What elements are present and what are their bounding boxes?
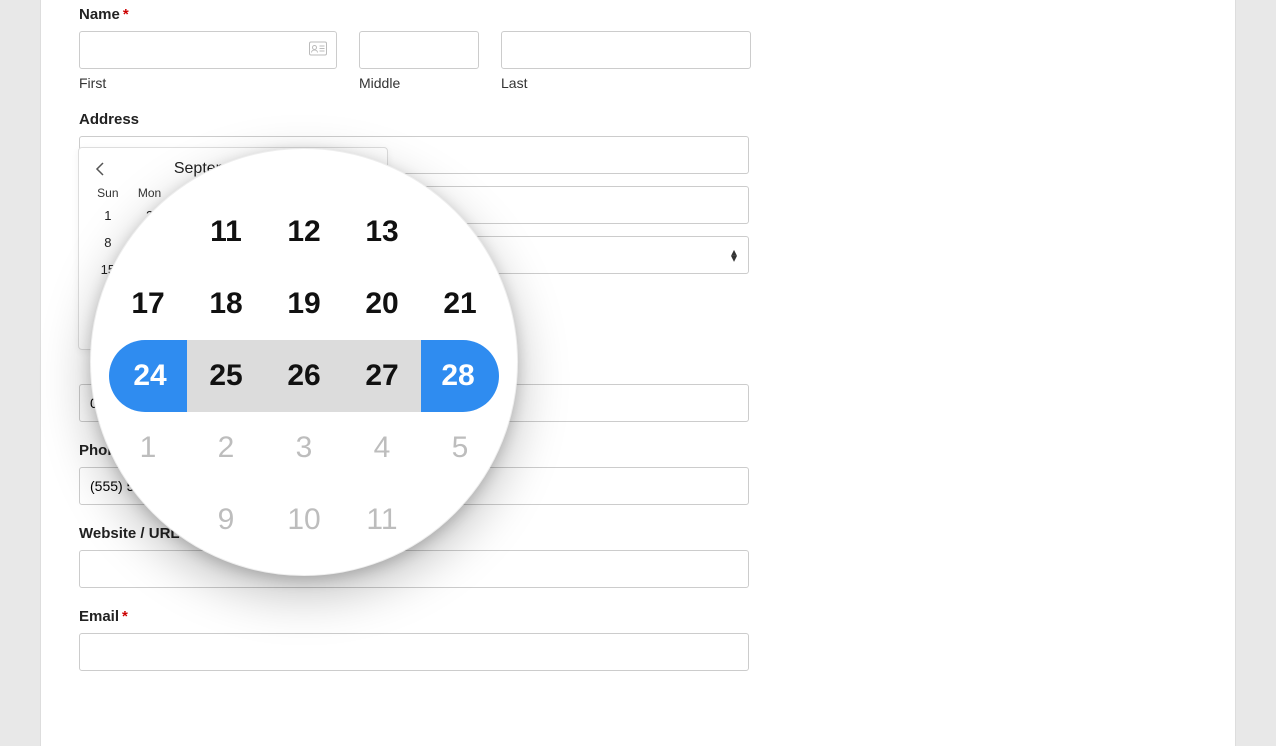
mag-day-other-month[interactable]: 3 (265, 412, 343, 484)
email-input[interactable] (79, 633, 749, 671)
mag-day[interactable]: 13 (343, 196, 421, 268)
first-name-input[interactable] (79, 31, 337, 69)
mag-day-in-range[interactable]: 26 (265, 340, 343, 412)
mag-day-other-month[interactable]: 2 (187, 412, 265, 484)
mag-day[interactable]: 17 (109, 268, 187, 340)
select-caret-icon[interactable]: ▴▾ (731, 248, 737, 262)
mag-day-range-end[interactable]: 28 (421, 340, 499, 412)
required-asterisk: * (123, 6, 129, 23)
mag-day[interactable]: 21 (421, 268, 499, 340)
mag-day[interactable]: 19 (265, 268, 343, 340)
magnifier-lens: 11 12 13 17 18 19 20 21 24 25 26 27 28 1… (90, 148, 518, 576)
mag-day-in-range[interactable]: 27 (343, 340, 421, 412)
mag-day-range-start[interactable]: 24 (109, 340, 187, 412)
mag-day-in-range[interactable]: 25 (187, 340, 265, 412)
required-asterisk: * (122, 608, 128, 625)
mag-day-other-month[interactable]: 9 (187, 484, 265, 556)
mag-day[interactable]: 20 (343, 268, 421, 340)
chevron-left-icon (95, 162, 105, 176)
mag-day[interactable]: 12 (265, 196, 343, 268)
last-sublabel: Last (501, 75, 751, 91)
magnifier-grid: 11 12 13 17 18 19 20 21 24 25 26 27 28 1… (109, 196, 499, 556)
email-label: Email* (79, 608, 1197, 625)
first-sublabel: First (79, 75, 337, 91)
contact-card-icon[interactable] (309, 40, 327, 61)
middle-sublabel: Middle (359, 75, 479, 91)
mag-day-other-month[interactable]: 5 (421, 412, 499, 484)
mag-day-other-month[interactable]: 10 (265, 484, 343, 556)
calendar-prev-button[interactable] (89, 158, 111, 180)
middle-name-input[interactable] (359, 31, 479, 69)
mag-day-other-month[interactable]: 11 (343, 484, 421, 556)
mag-day[interactable]: 11 (187, 196, 265, 268)
mag-day[interactable]: 18 (187, 268, 265, 340)
mag-day-other-month[interactable]: 4 (343, 412, 421, 484)
name-label: Name* (79, 6, 1197, 23)
last-name-input[interactable] (501, 31, 751, 69)
mag-day-other-month[interactable]: 1 (109, 412, 187, 484)
address-label: Address (79, 111, 1197, 128)
